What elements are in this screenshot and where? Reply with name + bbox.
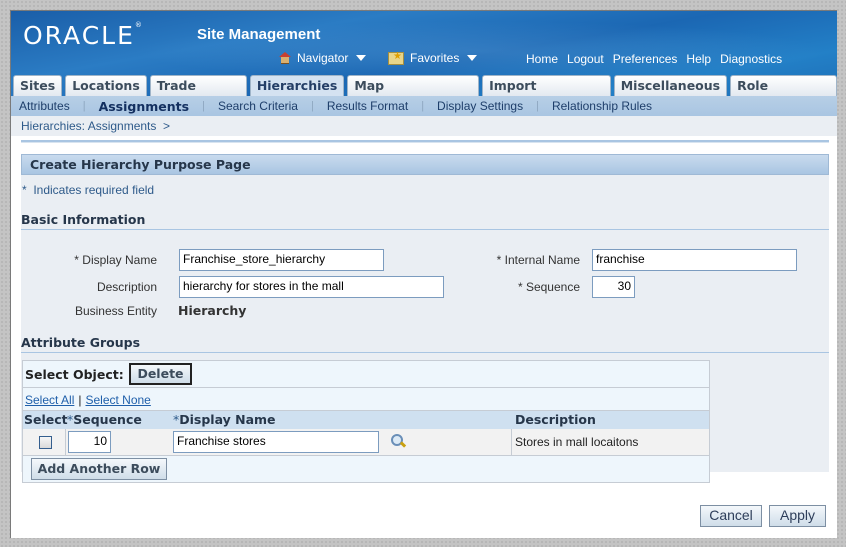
logo-text: ORACLE (23, 21, 135, 50)
row-select-checkbox[interactable] (39, 436, 52, 449)
table-row: 10 Franchise stores Stores in mall locai… (23, 429, 709, 456)
subtab-separator: | (421, 100, 425, 112)
cell-divider (65, 429, 66, 455)
basic-information-heading: Basic Information (21, 212, 829, 230)
add-another-row-button[interactable]: Add Another Row (31, 458, 167, 480)
row-description: Stores in mall locaitons (515, 435, 639, 449)
tab-role-security[interactable]: Role Security (730, 75, 837, 96)
selection-links: Select All | Select None (25, 393, 151, 407)
required-field-note: * Indicates required field (22, 183, 155, 197)
oracle-logo: ORACLE® (23, 21, 144, 50)
subtab-separator: | (82, 100, 86, 112)
business-entity-value: Hierarchy (178, 303, 247, 318)
description-label: Description (96, 280, 157, 294)
select-none-link[interactable]: Select None (85, 393, 150, 407)
home-link[interactable]: Home (526, 52, 558, 66)
main-tabs: Sites Locations Trade Areas Hierarchies … (13, 75, 837, 96)
browser-content: ORACLE® Site Management Navigator Favori… (10, 10, 837, 538)
subtab-display-settings[interactable]: Display Settings (429, 99, 531, 113)
subtab-separator: | (310, 100, 314, 112)
sequence-input[interactable]: 30 (592, 276, 635, 298)
subtab-search-criteria[interactable]: Search Criteria (210, 99, 306, 113)
apply-button[interactable]: Apply (769, 505, 826, 527)
display-name-input[interactable]: Franchise_store_hierarchy (179, 249, 384, 271)
subtab-results-format[interactable]: Results Format (319, 99, 416, 113)
internal-name-input[interactable]: franchise (592, 249, 797, 271)
navigator-label: Navigator (297, 51, 349, 65)
breadcrumb[interactable]: Hierarchies: Assignments > (21, 119, 170, 133)
help-link[interactable]: Help (686, 52, 711, 66)
row-display-name-input[interactable]: Franchise stores (173, 431, 379, 453)
page-content: Create Hierarchy Purpose Page * Indicate… (21, 154, 829, 483)
app-title: Site Management (197, 26, 321, 43)
column-header-select: Select (24, 412, 68, 427)
subtab-attributes[interactable]: Attributes (11, 99, 78, 113)
tab-trade-areas[interactable]: Trade Areas (149, 75, 247, 96)
diagnostics-link[interactable]: Diagnostics (720, 52, 782, 66)
global-links: Home Logout Preferences Help Diagnostics (526, 52, 782, 66)
chevron-down-icon (467, 55, 478, 61)
select-all-link[interactable]: Select All (25, 393, 74, 407)
business-entity-label: Business Entity (74, 304, 157, 318)
divider (21, 140, 829, 143)
display-name-label: * Display Name (74, 253, 157, 267)
column-header-description: Description (515, 412, 596, 427)
favorites-label: Favorites (410, 51, 460, 65)
subtab-assignments[interactable]: Assignments (91, 99, 198, 114)
link-separator: | (78, 393, 82, 407)
column-header-sequence-text: Sequence (73, 412, 142, 427)
tab-miscellaneous[interactable]: Miscellaneous (613, 75, 728, 96)
table-toolbar: Select Object: Delete (23, 361, 709, 388)
page-title: Create Hierarchy Purpose Page (21, 154, 829, 175)
select-object-label: Select Object: (25, 367, 124, 382)
column-header-display-name-text: Display Name (179, 412, 276, 427)
delete-button[interactable]: Delete (129, 363, 192, 385)
navigator-menu[interactable]: Navigator (279, 51, 367, 65)
preferences-link[interactable]: Preferences (613, 52, 678, 66)
table-header: Select *Sequence *Display Name Descripti… (23, 410, 709, 430)
tab-sites[interactable]: Sites (13, 75, 63, 96)
subtab-separator: | (536, 100, 539, 112)
attribute-groups-table: Select Object: Delete Select All | Selec… (22, 360, 710, 483)
favorites-folder-icon (388, 51, 404, 65)
row-sequence-input[interactable]: 10 (68, 431, 111, 453)
tab-map-preferences[interactable]: Map Preferences (347, 75, 480, 96)
search-icon[interactable] (391, 434, 405, 448)
app-header: ORACLE® Site Management Navigator Favori… (11, 11, 837, 97)
tab-import-interface[interactable]: Import Interface (482, 75, 611, 96)
attribute-groups-heading: Attribute Groups (21, 335, 829, 353)
cancel-button[interactable]: Cancel (700, 505, 762, 527)
chevron-down-icon (356, 55, 367, 61)
page-title-text: Create Hierarchy Purpose Page (30, 157, 251, 172)
column-header-display-name: *Display Name (173, 412, 276, 427)
description-input[interactable]: hierarchy for stores in the mall (179, 276, 444, 298)
favorites-menu[interactable]: Favorites (388, 51, 478, 65)
tab-hierarchies[interactable]: Hierarchies (249, 75, 345, 96)
internal-name-label: * Internal Name (496, 253, 580, 267)
tab-locations[interactable]: Locations (65, 75, 147, 96)
subtab-separator: | (202, 100, 205, 112)
breadcrumb-bar: Hierarchies: Assignments > (11, 116, 837, 136)
subtab-relationship-rules[interactable]: Relationship Rules (544, 99, 660, 113)
sub-tabs: Attributes | Assignments | Search Criter… (11, 96, 837, 116)
cell-divider (511, 429, 512, 455)
column-header-sequence: *Sequence (67, 412, 142, 427)
home-icon (279, 52, 291, 64)
sequence-label: * Sequence (517, 280, 580, 294)
logout-link[interactable]: Logout (567, 52, 604, 66)
